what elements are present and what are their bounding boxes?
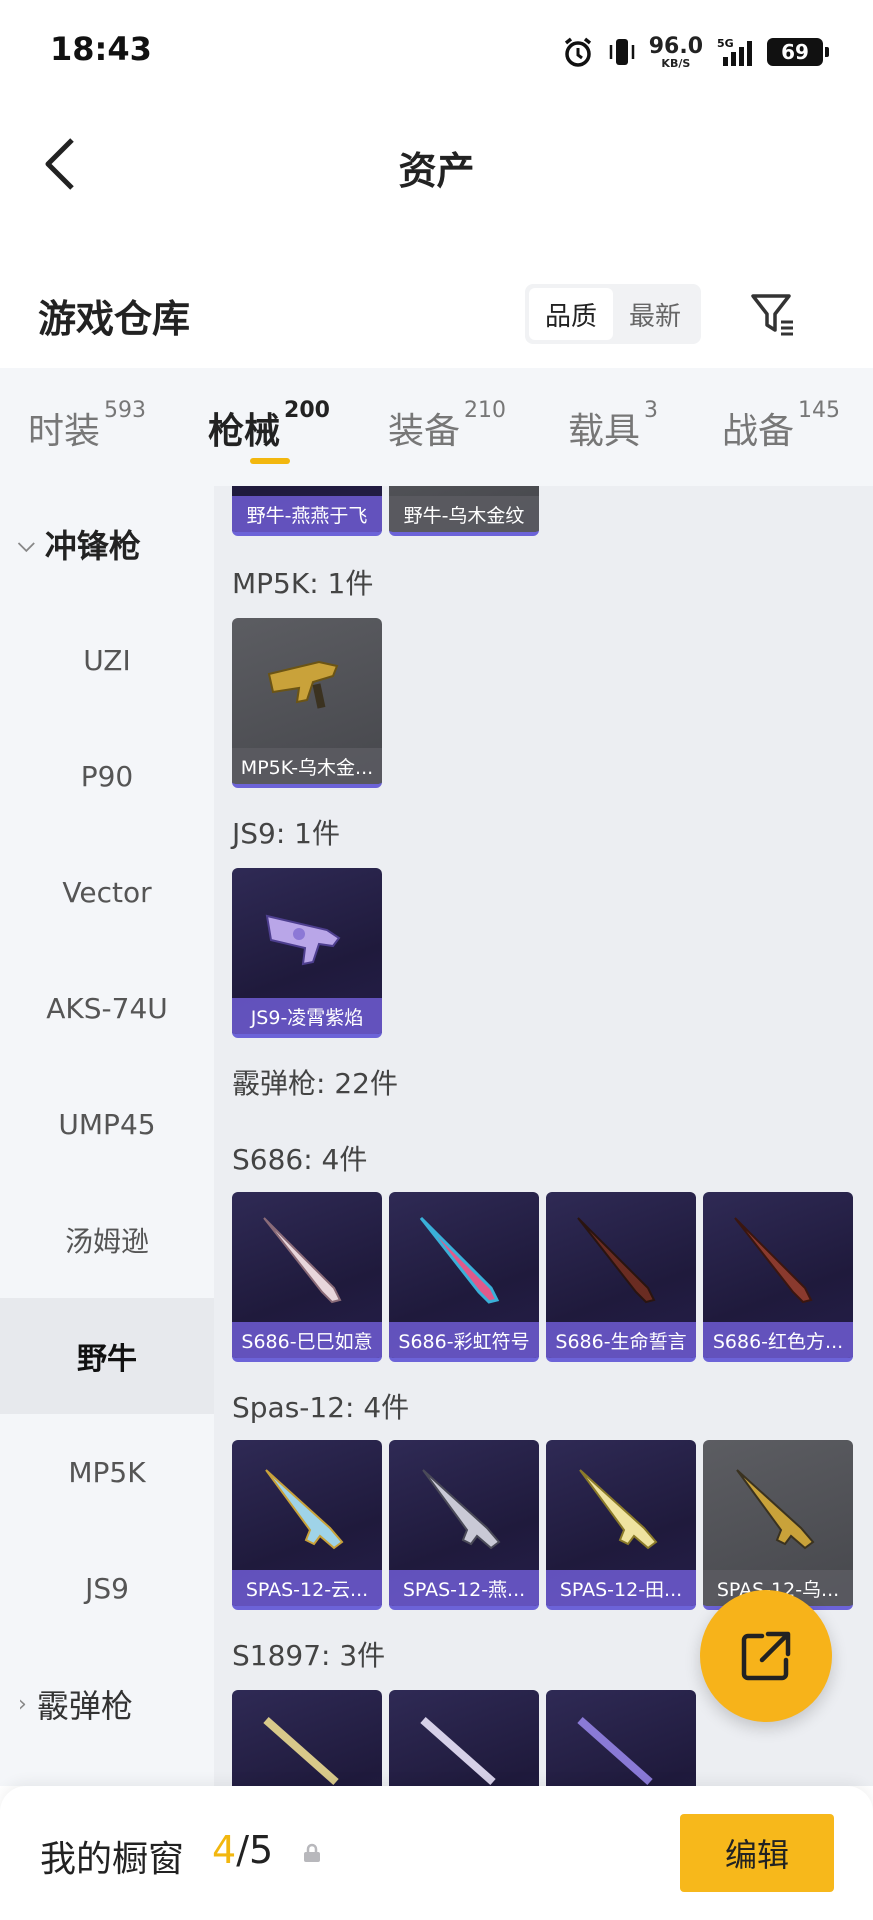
weapon-card[interactable]: JS9-凌霄紫焰 [232, 868, 382, 1038]
category-tabs: 时装593 枪械200 装备210 载具3 战备145 [0, 368, 873, 486]
section-label: S1897: 3件 [232, 1639, 386, 1672]
chevron-right-icon: › [18, 1691, 27, 1717]
weapon-card[interactable]: 野牛-燕燕于飞 [232, 486, 382, 536]
section-label: S686: 4件 [232, 1143, 368, 1176]
weapon-card[interactable]: SPAS-12-燕... [389, 1440, 539, 1610]
weapon-card[interactable] [232, 1690, 382, 1786]
sidebar-item-vector[interactable]: Vector [0, 834, 214, 950]
section-label: JS9: 1件 [232, 817, 340, 850]
sidebar-group-shotgun[interactable]: › 霰弹枪 [0, 1646, 214, 1762]
section-label: MP5K: 1件 [232, 567, 374, 600]
filter-icon [751, 294, 793, 336]
sidebar-item-p90[interactable]: P90 [0, 718, 214, 834]
weapon-card[interactable]: S686-巳巳如意 [232, 1192, 382, 1362]
gun-icon [546, 1440, 696, 1572]
edit-button[interactable]: 编辑 [680, 1814, 834, 1892]
showcase-count: 4/5 [212, 1828, 274, 1872]
gun-icon [546, 1690, 696, 1786]
gun-icon [703, 1440, 853, 1572]
weapon-card[interactable]: 野牛-乌木金纹 [389, 486, 539, 536]
sidebar-item-mp5k[interactable]: MP5K [0, 1414, 214, 1530]
tab-vehicles[interactable]: 载具3 [568, 398, 658, 454]
weapon-card[interactable] [389, 1690, 539, 1786]
section-label: Spas-12: 4件 [232, 1391, 410, 1424]
gun-icon [546, 1192, 696, 1324]
active-tab-indicator [250, 458, 290, 464]
sidebar-item-bizon[interactable]: 野牛 [0, 1298, 214, 1414]
showcase-bar: 我的橱窗 4/5 编辑 [0, 1786, 873, 1920]
weapon-card[interactable]: SPAS-12-云... [232, 1440, 382, 1610]
weapon-card[interactable]: MP5K-乌木金... [232, 618, 382, 788]
svg-text:5G: 5G [717, 37, 734, 50]
weapon-card[interactable]: S686-红色方... [703, 1192, 853, 1362]
sidebar-item-js9[interactable]: JS9 [0, 1530, 214, 1646]
gun-icon [232, 868, 382, 1000]
sort-quality-option[interactable]: 品质 [529, 288, 613, 340]
gun-icon [389, 1690, 539, 1786]
sidebar-item-thompson[interactable]: 汤姆逊 [0, 1182, 214, 1298]
warehouse-header: 游戏仓库 品质 最新 [0, 270, 873, 360]
filter-button[interactable] [745, 286, 801, 342]
weapon-card[interactable] [546, 1690, 696, 1786]
warehouse-title: 游戏仓库 [38, 297, 191, 341]
gun-icon [232, 618, 382, 750]
section-header: 霰弹枪: 22件 [232, 1067, 398, 1100]
status-time: 18:43 [50, 30, 152, 68]
gun-icon [232, 1192, 382, 1324]
tab-firearms[interactable]: 枪械200 [208, 398, 330, 454]
tab-supplies[interactable]: 战备145 [722, 398, 840, 454]
sort-toggle: 品质 最新 [525, 284, 701, 344]
sidebar-item-uzi[interactable]: UZI [0, 602, 214, 718]
sort-newest-option[interactable]: 最新 [613, 288, 697, 340]
title-bar: 资产 [0, 104, 873, 224]
gun-icon [389, 1192, 539, 1324]
tab-fashion[interactable]: 时装593 [28, 398, 146, 454]
weapon-card[interactable]: SPAS-12-乌... [703, 1440, 853, 1610]
page-title: 资产 [398, 149, 475, 193]
status-bar: 18:43 96.0 KB/S 5G 69 [0, 0, 873, 104]
vibrate-icon [609, 39, 634, 65]
weapon-card[interactable]: S686-彩虹符号 [389, 1192, 539, 1362]
weapon-card[interactable]: SPAS-12-田... [546, 1440, 696, 1610]
lock-icon [304, 1843, 320, 1862]
sidebar-group-smg[interactable]: ⌵ 冲锋枪 [0, 486, 214, 602]
sidebar-item-aks74u[interactable]: AKS-74U [0, 950, 214, 1066]
status-icons: 96.0 KB/S 5G 69 [561, 30, 829, 74]
gun-icon [232, 1440, 382, 1572]
tab-equipment[interactable]: 装备210 [388, 398, 506, 454]
showcase-label: 我的橱窗 [40, 1839, 185, 1880]
gun-icon [232, 1690, 382, 1786]
weapon-card[interactable]: S686-生命誓言 [546, 1192, 696, 1362]
battery-indicator: 69 [767, 38, 829, 66]
share-button[interactable] [700, 1590, 832, 1722]
chevron-down-icon: ⌵ [18, 531, 35, 557]
weapon-sidebar: ⌵ 冲锋枪 UZI P90 Vector AKS-74U UMP45 汤姆逊 野… [0, 486, 214, 1786]
net-speed: 96.0 KB/S [648, 33, 703, 70]
gun-icon [389, 1440, 539, 1572]
share-icon [741, 1631, 791, 1681]
signal-5g-icon: 5G [717, 37, 752, 66]
gun-icon [703, 1192, 853, 1324]
sidebar-item-ump45[interactable]: UMP45 [0, 1066, 214, 1182]
alarm-icon [564, 37, 591, 67]
